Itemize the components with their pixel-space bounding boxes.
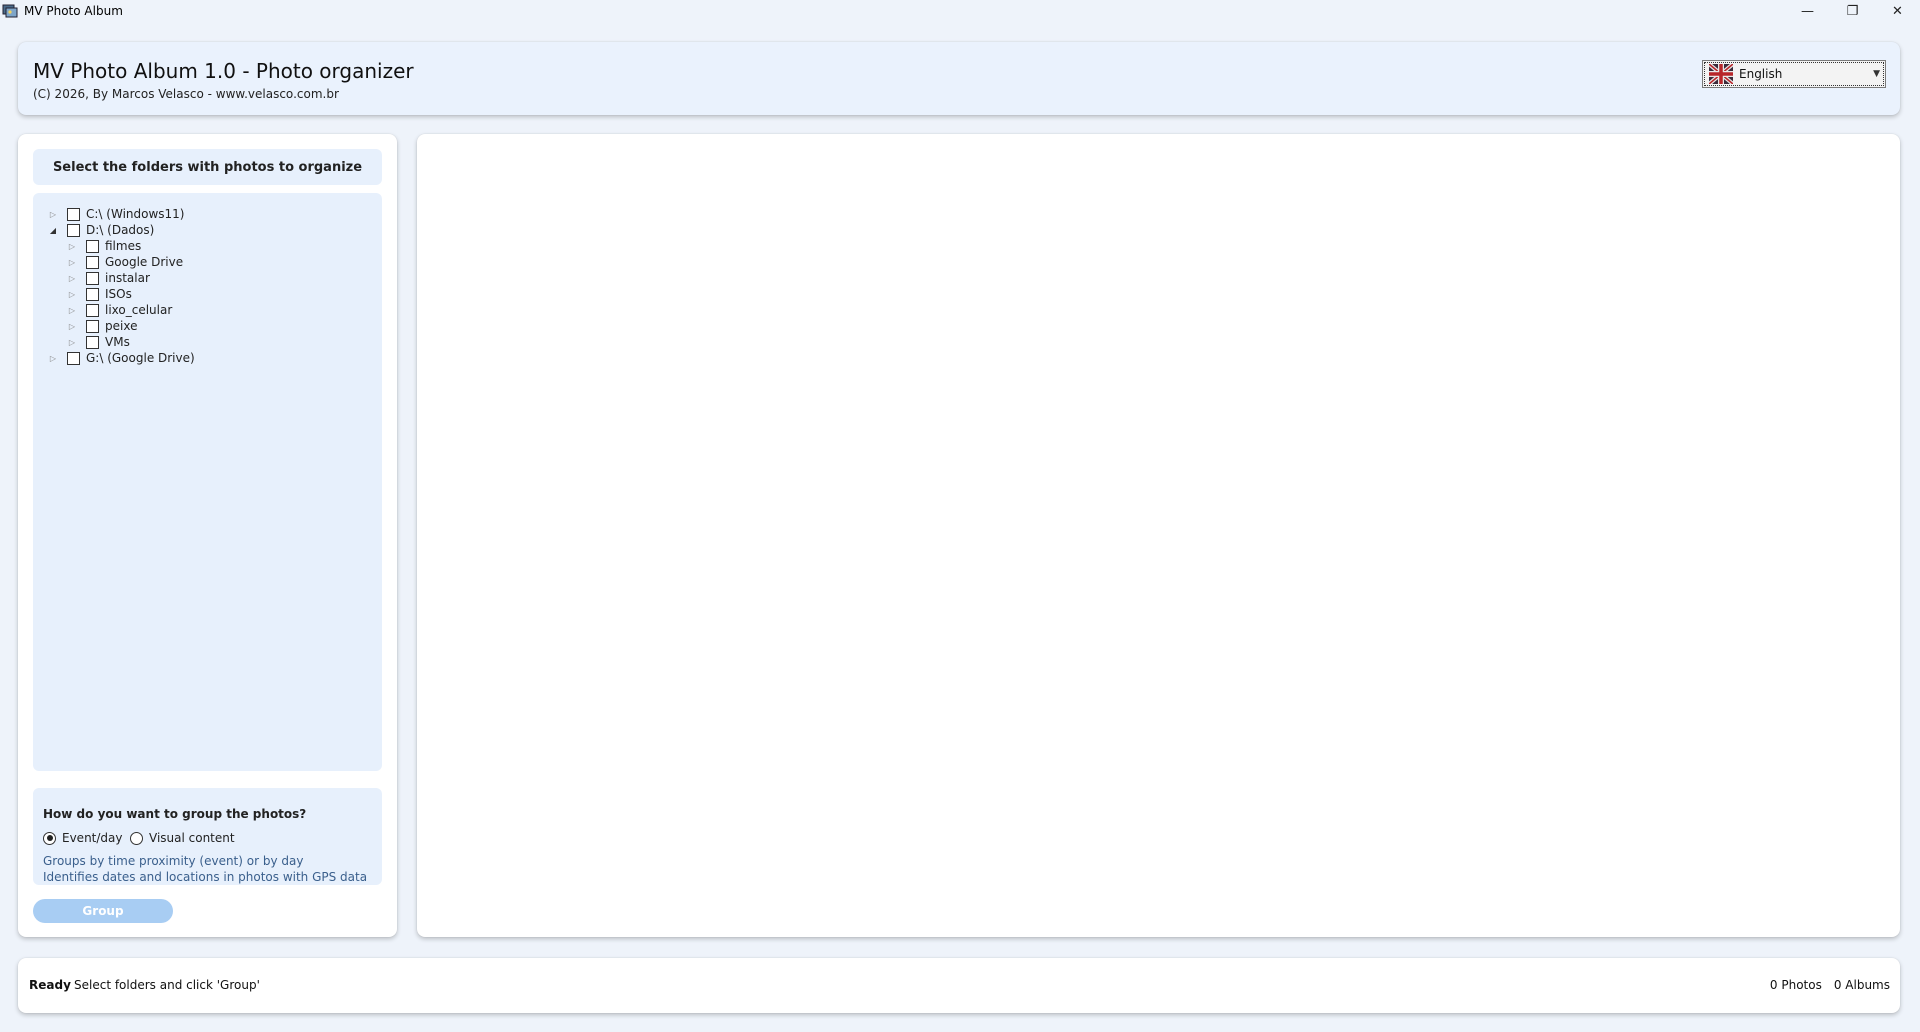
tree-item-label: C:\ (Windows11) bbox=[86, 207, 185, 221]
group-button[interactable]: Group bbox=[33, 899, 173, 923]
radio-button[interactable] bbox=[130, 831, 143, 845]
tree-item-label: instalar bbox=[105, 271, 150, 285]
expand-icon[interactable]: ▷ bbox=[68, 242, 76, 251]
tree-item-label: peixe bbox=[105, 319, 138, 333]
close-button[interactable]: ✕ bbox=[1875, 0, 1920, 22]
maximize-button[interactable]: ❐ bbox=[1830, 0, 1875, 22]
expand-icon[interactable]: ▷ bbox=[68, 258, 76, 267]
tree-item-google-drive-folder[interactable]: ▷ Google Drive bbox=[68, 254, 183, 270]
group-question: How do you want to group the photos? bbox=[43, 807, 307, 821]
expand-icon[interactable]: ▷ bbox=[68, 290, 76, 299]
tree-item-vms[interactable]: ▷ VMs bbox=[68, 334, 130, 350]
radio-event-day[interactable]: Event/day bbox=[43, 831, 123, 845]
tree-item-label: D:\ (Dados) bbox=[86, 223, 155, 237]
group-hint-line1: Groups by time proximity (event) or by d… bbox=[43, 854, 304, 868]
tree-item-d-drive[interactable]: ◢ D:\ (Dados) bbox=[49, 222, 154, 238]
tree-item-peixe[interactable]: ▷ peixe bbox=[68, 318, 138, 334]
tree-item-isos[interactable]: ▷ ISOs bbox=[68, 286, 132, 302]
folder-checkbox[interactable] bbox=[86, 239, 99, 253]
tree-item-label: ISOs bbox=[105, 287, 132, 301]
tree-item-lixo-celular[interactable]: ▷ lixo_celular bbox=[68, 302, 172, 318]
expand-icon[interactable]: ▷ bbox=[68, 274, 76, 283]
albums-count: 0 Albums bbox=[1833, 978, 1890, 992]
tree-item-label: filmes bbox=[105, 239, 142, 253]
folder-checkbox[interactable] bbox=[86, 287, 99, 301]
radio-label: Event/day bbox=[62, 831, 123, 845]
radio-label: Visual content bbox=[149, 831, 235, 845]
language-select[interactable]: English ▼ bbox=[1702, 60, 1886, 88]
app-icon bbox=[2, 3, 18, 19]
group-hint-line2: Identifies dates and locations in photos… bbox=[43, 870, 368, 884]
radio-visual-content[interactable]: Visual content bbox=[130, 831, 235, 845]
photos-count: 0 Photos bbox=[1769, 978, 1822, 992]
tree-item-instalar[interactable]: ▷ instalar bbox=[68, 270, 150, 286]
collapse-icon[interactable]: ◢ bbox=[49, 226, 57, 235]
folder-tree[interactable]: ▷ C:\ (Windows11) ◢ D:\ (Dados) ▷ filmes… bbox=[33, 193, 382, 771]
tree-item-g-drive[interactable]: ▷ G:\ (Google Drive) bbox=[49, 350, 195, 366]
left-panel: Select the folders with photos to organi… bbox=[18, 134, 397, 937]
minimize-button[interactable]: — bbox=[1785, 0, 1830, 22]
expand-icon[interactable]: ▷ bbox=[49, 354, 57, 363]
status-state: Ready bbox=[29, 978, 71, 992]
chevron-down-icon: ▼ bbox=[1873, 69, 1880, 79]
folders-heading: Select the folders with photos to organi… bbox=[33, 149, 382, 185]
expand-icon[interactable]: ▷ bbox=[49, 210, 57, 219]
app-subtitle: (C) 2026, By Marcos Velasco - www.velasc… bbox=[33, 87, 339, 101]
expand-icon[interactable]: ▷ bbox=[68, 322, 76, 331]
status-bar: Ready Select folders and click 'Group' 0… bbox=[18, 958, 1900, 1013]
header-panel: MV Photo Album 1.0 - Photo organizer (C)… bbox=[18, 42, 1900, 115]
group-options-panel: How do you want to group the photos? Eve… bbox=[33, 788, 382, 885]
tree-item-label: lixo_celular bbox=[105, 303, 173, 317]
folder-checkbox[interactable] bbox=[67, 207, 80, 221]
window-title: MV Photo Album bbox=[24, 4, 123, 18]
language-label: English bbox=[1739, 67, 1783, 81]
tree-item-filmes[interactable]: ▷ filmes bbox=[68, 238, 141, 254]
folder-checkbox[interactable] bbox=[86, 271, 99, 285]
expand-icon[interactable]: ▷ bbox=[68, 306, 76, 315]
app-title: MV Photo Album 1.0 - Photo organizer bbox=[33, 59, 414, 83]
folder-checkbox[interactable] bbox=[86, 319, 99, 333]
tree-item-label: VMs bbox=[105, 335, 130, 349]
tree-item-label: Google Drive bbox=[105, 255, 184, 269]
expand-icon[interactable]: ▷ bbox=[68, 338, 76, 347]
uk-flag-icon bbox=[1709, 64, 1733, 84]
title-bar: MV Photo Album — ❐ ✕ bbox=[0, 0, 1920, 22]
folder-checkbox[interactable] bbox=[67, 223, 80, 237]
status-message: Select folders and click 'Group' bbox=[74, 978, 260, 992]
folder-checkbox[interactable] bbox=[86, 335, 99, 349]
tree-item-label: G:\ (Google Drive) bbox=[86, 351, 195, 365]
album-view-panel bbox=[417, 134, 1900, 937]
folder-checkbox[interactable] bbox=[86, 303, 99, 317]
folder-checkbox[interactable] bbox=[67, 351, 80, 365]
tree-item-c-drive[interactable]: ▷ C:\ (Windows11) bbox=[49, 206, 185, 222]
radio-button-selected[interactable] bbox=[43, 831, 56, 845]
folder-checkbox[interactable] bbox=[86, 255, 99, 269]
